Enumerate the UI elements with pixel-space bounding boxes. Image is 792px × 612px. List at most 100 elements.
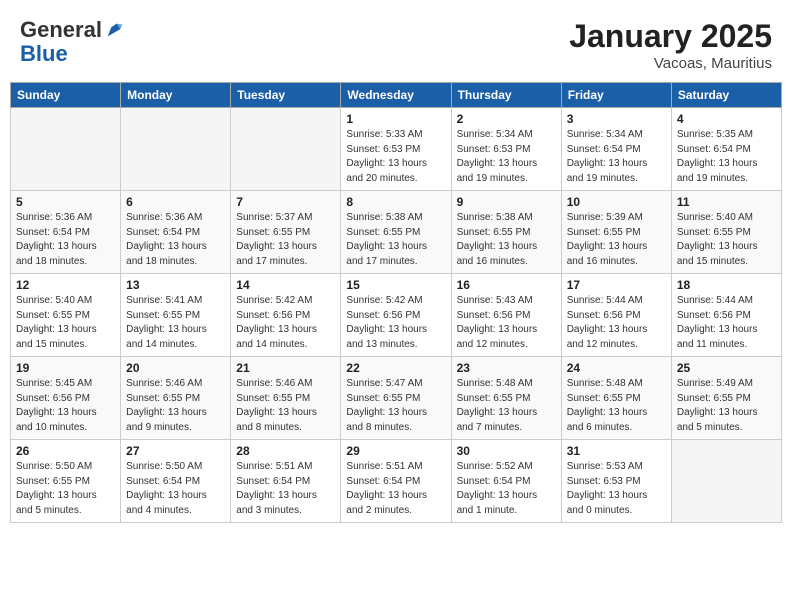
day-number: 21 (236, 361, 335, 375)
logo: General Blue (20, 18, 124, 66)
day-info: Sunrise: 5:40 AM Sunset: 6:55 PM Dayligh… (677, 211, 776, 269)
day-cell (671, 440, 781, 523)
day-info: Sunrise: 5:46 AM Sunset: 6:55 PM Dayligh… (126, 377, 225, 435)
day-number: 25 (677, 361, 776, 375)
day-cell (11, 108, 121, 191)
day-number: 27 (126, 444, 225, 458)
day-number: 15 (346, 278, 445, 292)
day-cell: 31 Sunrise: 5:53 AM Sunset: 6:53 PM Dayli… (561, 440, 671, 523)
day-number: 16 (457, 278, 556, 292)
day-number: 5 (16, 195, 115, 209)
day-number: 18 (677, 278, 776, 292)
month-title: January 2025 (569, 18, 772, 55)
day-number: 26 (16, 444, 115, 458)
day-info: Sunrise: 5:34 AM Sunset: 6:54 PM Dayligh… (567, 128, 666, 186)
day-cell: 5 Sunrise: 5:36 AM Sunset: 6:54 PM Daylig… (11, 191, 121, 274)
day-cell: 21 Sunrise: 5:46 AM Sunset: 6:55 PM Dayli… (231, 357, 341, 440)
day-cell: 17 Sunrise: 5:44 AM Sunset: 6:56 PM Dayli… (561, 274, 671, 357)
day-info: Sunrise: 5:33 AM Sunset: 6:53 PM Dayligh… (346, 128, 445, 186)
day-cell: 28 Sunrise: 5:51 AM Sunset: 6:54 PM Dayli… (231, 440, 341, 523)
day-info: Sunrise: 5:51 AM Sunset: 6:54 PM Dayligh… (346, 460, 445, 518)
day-number: 9 (457, 195, 556, 209)
day-number: 10 (567, 195, 666, 209)
day-number: 30 (457, 444, 556, 458)
week-row-1: 1 Sunrise: 5:33 AM Sunset: 6:53 PM Daylig… (11, 108, 782, 191)
day-cell: 27 Sunrise: 5:50 AM Sunset: 6:54 PM Dayli… (121, 440, 231, 523)
day-cell: 9 Sunrise: 5:38 AM Sunset: 6:55 PM Daylig… (451, 191, 561, 274)
day-cell: 14Sunrise: 5:42 AM Sunset: 6:56 PM Dayli… (231, 274, 341, 357)
day-info: Sunrise: 5:44 AM Sunset: 6:56 PM Dayligh… (677, 294, 776, 352)
day-number: 28 (236, 444, 335, 458)
weekday-monday: Monday (121, 83, 231, 108)
day-info: Sunrise: 5:53 AM Sunset: 6:53 PM Dayligh… (567, 460, 666, 518)
day-info: Sunrise: 5:40 AM Sunset: 6:55 PM Dayligh… (16, 294, 115, 352)
day-cell: 7Sunrise: 5:37 AM Sunset: 6:55 PM Daylig… (231, 191, 341, 274)
day-info: Sunrise: 5:45 AM Sunset: 6:56 PM Dayligh… (16, 377, 115, 435)
day-cell: 20 Sunrise: 5:46 AM Sunset: 6:55 PM Dayli… (121, 357, 231, 440)
day-cell: 25 Sunrise: 5:49 AM Sunset: 6:55 PM Dayli… (671, 357, 781, 440)
day-info: Sunrise: 5:39 AM Sunset: 6:55 PM Dayligh… (567, 211, 666, 269)
week-row-2: 5 Sunrise: 5:36 AM Sunset: 6:54 PM Daylig… (11, 191, 782, 274)
weekday-header-row: SundayMondayTuesdayWednesdayThursdayFrid… (11, 83, 782, 108)
day-number: 4 (677, 112, 776, 126)
day-info: Sunrise: 5:42 AM Sunset: 6:56 PM Dayligh… (346, 294, 445, 352)
weekday-wednesday: Wednesday (341, 83, 451, 108)
day-cell (121, 108, 231, 191)
day-info: Sunrise: 5:43 AM Sunset: 6:56 PM Dayligh… (457, 294, 556, 352)
weekday-sunday: Sunday (11, 83, 121, 108)
day-number: 2 (457, 112, 556, 126)
page-header: General Blue January 2025 Vacoas, Maurit… (10, 10, 782, 78)
day-info: Sunrise: 5:35 AM Sunset: 6:54 PM Dayligh… (677, 128, 776, 186)
day-cell: 24 Sunrise: 5:48 AM Sunset: 6:55 PM Dayli… (561, 357, 671, 440)
weekday-friday: Friday (561, 83, 671, 108)
day-cell: 3Sunrise: 5:34 AM Sunset: 6:54 PM Daylig… (561, 108, 671, 191)
day-cell: 13 Sunrise: 5:41 AM Sunset: 6:55 PM Dayli… (121, 274, 231, 357)
day-info: Sunrise: 5:49 AM Sunset: 6:55 PM Dayligh… (677, 377, 776, 435)
day-info: Sunrise: 5:51 AM Sunset: 6:54 PM Dayligh… (236, 460, 335, 518)
day-number: 31 (567, 444, 666, 458)
day-cell: 2 Sunrise: 5:34 AM Sunset: 6:53 PM Daylig… (451, 108, 561, 191)
day-number: 8 (346, 195, 445, 209)
day-info: Sunrise: 5:36 AM Sunset: 6:54 PM Dayligh… (16, 211, 115, 269)
weekday-tuesday: Tuesday (231, 83, 341, 108)
weekday-thursday: Thursday (451, 83, 561, 108)
day-number: 19 (16, 361, 115, 375)
day-number: 1 (346, 112, 445, 126)
day-number: 13 (126, 278, 225, 292)
day-info: Sunrise: 5:47 AM Sunset: 6:55 PM Dayligh… (346, 377, 445, 435)
day-info: Sunrise: 5:48 AM Sunset: 6:55 PM Dayligh… (567, 377, 666, 435)
day-info: Sunrise: 5:44 AM Sunset: 6:56 PM Dayligh… (567, 294, 666, 352)
day-info: Sunrise: 5:38 AM Sunset: 6:55 PM Dayligh… (457, 211, 556, 269)
day-info: Sunrise: 5:36 AM Sunset: 6:54 PM Dayligh… (126, 211, 225, 269)
location-title: Vacoas, Mauritius (569, 55, 772, 72)
day-cell: 30Sunrise: 5:52 AM Sunset: 6:54 PM Dayli… (451, 440, 561, 523)
day-cell: 19 Sunrise: 5:45 AM Sunset: 6:56 PM Dayli… (11, 357, 121, 440)
day-cell: 26Sunrise: 5:50 AM Sunset: 6:55 PM Dayli… (11, 440, 121, 523)
day-cell: 4 Sunrise: 5:35 AM Sunset: 6:54 PM Daylig… (671, 108, 781, 191)
logo-icon (104, 20, 124, 40)
day-number: 17 (567, 278, 666, 292)
day-cell: 6 Sunrise: 5:36 AM Sunset: 6:54 PM Daylig… (121, 191, 231, 274)
day-number: 22 (346, 361, 445, 375)
day-cell: 10 Sunrise: 5:39 AM Sunset: 6:55 PM Dayli… (561, 191, 671, 274)
day-number: 11 (677, 195, 776, 209)
day-cell: 22 Sunrise: 5:47 AM Sunset: 6:55 PM Dayli… (341, 357, 451, 440)
day-info: Sunrise: 5:37 AM Sunset: 6:55 PM Dayligh… (236, 211, 335, 269)
day-number: 6 (126, 195, 225, 209)
day-cell (231, 108, 341, 191)
day-cell: 12Sunrise: 5:40 AM Sunset: 6:55 PM Dayli… (11, 274, 121, 357)
day-cell: 15 Sunrise: 5:42 AM Sunset: 6:56 PM Dayli… (341, 274, 451, 357)
day-cell: 23Sunrise: 5:48 AM Sunset: 6:55 PM Dayli… (451, 357, 561, 440)
day-number: 24 (567, 361, 666, 375)
day-info: Sunrise: 5:34 AM Sunset: 6:53 PM Dayligh… (457, 128, 556, 186)
day-info: Sunrise: 5:46 AM Sunset: 6:55 PM Dayligh… (236, 377, 335, 435)
day-info: Sunrise: 5:48 AM Sunset: 6:55 PM Dayligh… (457, 377, 556, 435)
week-row-3: 12Sunrise: 5:40 AM Sunset: 6:55 PM Dayli… (11, 274, 782, 357)
day-info: Sunrise: 5:41 AM Sunset: 6:55 PM Dayligh… (126, 294, 225, 352)
day-number: 20 (126, 361, 225, 375)
day-cell: 18 Sunrise: 5:44 AM Sunset: 6:56 PM Dayli… (671, 274, 781, 357)
logo-blue: Blue (20, 42, 124, 66)
day-info: Sunrise: 5:50 AM Sunset: 6:54 PM Dayligh… (126, 460, 225, 518)
day-cell: 16 Sunrise: 5:43 AM Sunset: 6:56 PM Dayli… (451, 274, 561, 357)
week-row-4: 19 Sunrise: 5:45 AM Sunset: 6:56 PM Dayli… (11, 357, 782, 440)
